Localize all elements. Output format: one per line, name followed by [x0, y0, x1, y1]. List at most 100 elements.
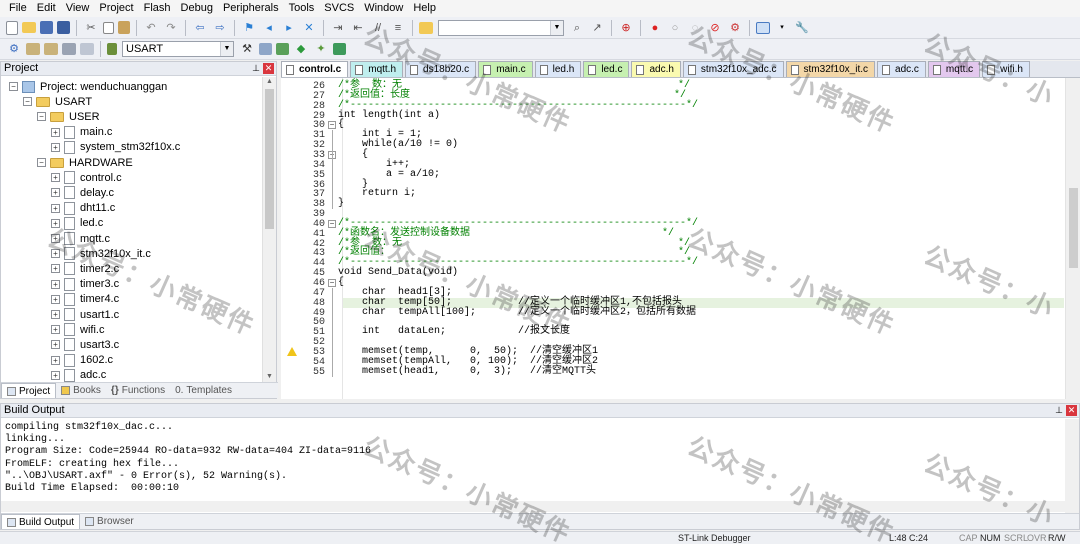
tree-file-item[interactable]: + wifi.c — [51, 322, 104, 337]
file-extensions-icon[interactable] — [259, 43, 272, 55]
tab-build-output[interactable]: Build Output — [1, 514, 81, 529]
tree-file-item[interactable]: + led.c — [51, 216, 103, 231]
save-all-icon[interactable] — [57, 21, 70, 34]
tree-file-item[interactable]: +1602.c — [51, 353, 113, 368]
bookmark-icon[interactable]: ⚑ — [241, 20, 257, 36]
tab-templates[interactable]: 0. Templates — [170, 383, 237, 398]
disable-all-breakpoints-icon[interactable]: ◌ — [687, 20, 703, 36]
menu-debug[interactable]: Debug — [176, 0, 218, 17]
expand-icon[interactable]: + — [51, 249, 60, 259]
tree-file-item[interactable]: + usart3.c — [51, 337, 119, 352]
comment-icon[interactable]: // — [370, 20, 386, 36]
menu-edit[interactable]: Edit — [32, 0, 61, 17]
collapse-icon[interactable]: − — [37, 158, 46, 167]
editor-tab[interactable]: main.c — [478, 61, 533, 77]
tree-file-item[interactable]: + adc.c — [51, 368, 106, 383]
next-bookmark-icon[interactable]: ▸ — [281, 20, 297, 36]
nav-forward-icon[interactable]: ⇨ — [212, 20, 228, 36]
collapse-icon[interactable]: − — [37, 112, 46, 122]
window-layout-chevron-icon[interactable]: ▾ — [774, 20, 790, 36]
chevron-down-icon[interactable]: ▼ — [220, 42, 233, 56]
editor-tab[interactable]: led.c — [583, 61, 630, 77]
editor-tab[interactable]: adc.c — [877, 61, 926, 77]
disable-breakpoint-icon[interactable]: ○ — [667, 20, 683, 36]
expand-icon[interactable]: + — [51, 279, 60, 289]
debug-session-icon[interactable]: ⊕ — [618, 20, 634, 36]
target-select[interactable]: USART ▼ — [122, 41, 234, 57]
redo-icon[interactable]: ↷ — [163, 20, 179, 36]
tree-folder-item[interactable]: − USART — [23, 94, 92, 109]
undo-icon[interactable]: ↶ — [143, 20, 159, 36]
prev-bookmark-icon[interactable]: ◂ — [261, 20, 277, 36]
scroll-thumb[interactable] — [265, 89, 274, 229]
pack-installer-icon[interactable]: ✦ — [313, 41, 329, 57]
copy-icon[interactable] — [103, 21, 114, 34]
scroll-up-icon[interactable]: ▲ — [265, 78, 274, 88]
fold-toggle-icon[interactable]: − — [328, 219, 336, 228]
tree-file-item[interactable]: + timer4.c — [51, 292, 119, 307]
clear-bookmarks-icon[interactable]: ✕ — [301, 20, 317, 36]
expand-icon[interactable]: + — [51, 188, 60, 198]
expand-icon[interactable]: + — [51, 234, 60, 243]
menu-flash[interactable]: Flash — [139, 0, 176, 17]
chevron-down-icon[interactable]: ▼ — [550, 20, 563, 35]
tab-project[interactable]: Project — [1, 383, 57, 398]
build-icon[interactable] — [26, 43, 40, 55]
project-scrollbar[interactable]: ▲ ▼ — [262, 77, 276, 384]
run-icon[interactable]: ⚙ — [727, 20, 743, 36]
collapse-icon[interactable]: − — [23, 97, 32, 107]
editor-scrollbar[interactable] — [1065, 78, 1080, 399]
tree-file-item[interactable]: + dht11.c — [51, 201, 115, 216]
expand-icon[interactable]: + — [51, 294, 60, 304]
editor-tab[interactable]: led.h — [534, 61, 582, 77]
save-icon[interactable] — [40, 21, 53, 34]
menu-file[interactable]: File — [4, 0, 32, 17]
editor-tab[interactable]: ds18b20.c — [405, 61, 477, 77]
expand-icon[interactable]: + — [51, 340, 60, 350]
expand-icon[interactable]: + — [51, 173, 60, 183]
tree-file-item[interactable]: + system_stm32f10x.c — [51, 140, 180, 155]
expand-icon[interactable]: + — [51, 218, 60, 228]
expand-icon[interactable]: + — [51, 370, 60, 380]
component-icon[interactable] — [333, 43, 346, 55]
cut-icon[interactable]: ✂ — [83, 20, 99, 36]
batch-build-icon[interactable] — [62, 43, 76, 55]
close-icon[interactable]: ✕ — [1066, 405, 1077, 416]
editor-tab[interactable]: stm32f10x_it.c — [785, 61, 876, 77]
indent-icon[interactable]: ⇥ — [330, 20, 346, 36]
uncomment-icon[interactable]: ≡ — [390, 20, 406, 36]
configure-icon[interactable]: 🔧 — [794, 20, 810, 36]
scroll-thumb[interactable] — [1069, 188, 1078, 268]
fold-toggle-icon[interactable]: − — [328, 279, 336, 287]
manage-runtime-icon[interactable] — [276, 43, 289, 55]
tree-file-item[interactable]: + stm32f10x_it.c — [51, 246, 151, 261]
menu-help[interactable]: Help — [408, 0, 441, 17]
expand-icon[interactable]: + — [51, 310, 60, 319]
expand-icon[interactable]: + — [51, 325, 60, 335]
tree-file-item[interactable]: + mqtt.c — [51, 231, 110, 246]
pin-icon[interactable]: ⊥ — [1055, 404, 1063, 417]
expand-icon[interactable]: + — [51, 127, 60, 137]
expand-icon[interactable]: + — [51, 203, 60, 213]
tree-file-item[interactable]: + main.c — [51, 125, 112, 140]
editor-tab[interactable]: control.c — [281, 61, 349, 77]
tab-functions[interactable]: {} Functions — [106, 383, 170, 398]
incremental-find-icon[interactable]: ↗ — [589, 20, 605, 36]
collapse-icon[interactable]: − — [9, 82, 18, 91]
pin-icon[interactable]: ⊥ — [252, 62, 260, 75]
breakpoint-icon[interactable]: ● — [647, 20, 663, 36]
menu-tools[interactable]: Tools — [284, 0, 320, 17]
unindent-icon[interactable]: ⇤ — [350, 20, 366, 36]
menu-project[interactable]: Project — [94, 0, 138, 17]
find-in-files-icon[interactable] — [419, 21, 433, 34]
kill-breakpoints-icon[interactable]: ⊘ — [707, 20, 723, 36]
target-options-icon[interactable]: ⚒ — [239, 41, 255, 57]
tab-browser[interactable]: Browser — [80, 514, 139, 529]
editor-tab[interactable]: wifi.h — [982, 61, 1030, 77]
nav-back-icon[interactable]: ⇦ — [192, 20, 208, 36]
download-icon[interactable] — [80, 43, 94, 55]
rebuild-icon[interactable] — [44, 43, 58, 55]
editor-tab[interactable]: mqtt.c — [927, 61, 981, 77]
code-editor[interactable]: 26/*参 数：无 */27/*返回值：长度 */28/*-----------… — [281, 78, 1080, 399]
expand-icon[interactable]: + — [51, 355, 60, 365]
